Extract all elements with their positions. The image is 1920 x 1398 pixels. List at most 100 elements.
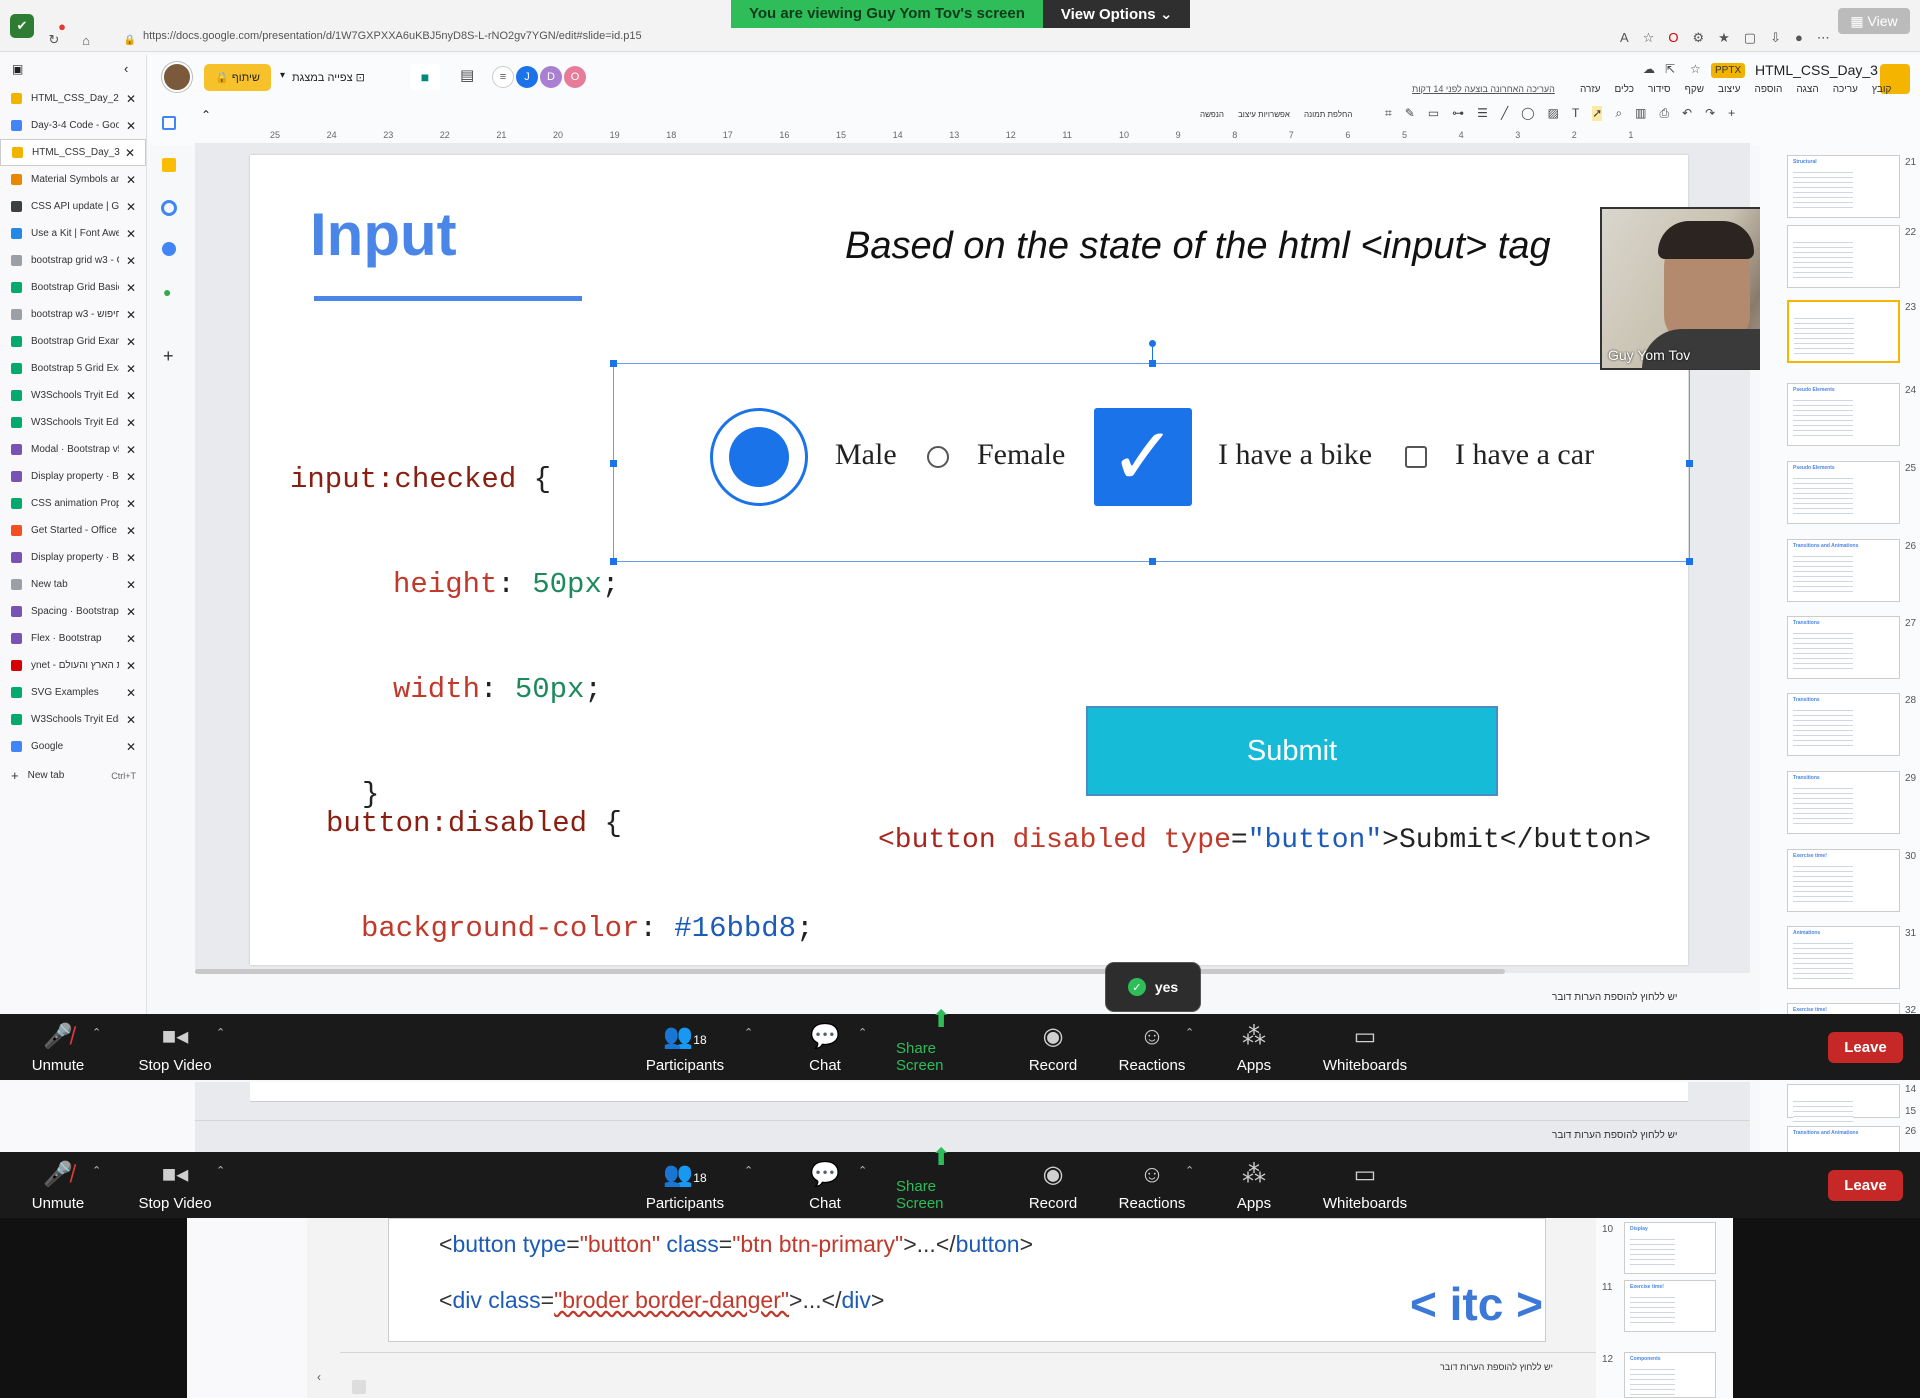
close-icon[interactable]: ✕: [126, 119, 136, 133]
chat-button[interactable]: 💬 Chat ⌃: [805, 1152, 867, 1218]
tab-actions-icon[interactable]: ▣: [12, 62, 23, 76]
resize-handle[interactable]: [1686, 460, 1693, 467]
tab-item[interactable]: W3Schools Tryit Editor ✕: [0, 409, 146, 436]
unmute-button[interactable]: 🎤̸ Unmute ⌃: [22, 1152, 101, 1218]
shield-icon[interactable]: ✔: [10, 14, 34, 38]
line-icon[interactable]: ╱: [1501, 106, 1508, 121]
duplicate-thumb[interactable]: Transitions and Animations: [1787, 1126, 1900, 1153]
tab-item[interactable]: SVG Examples ✕: [0, 679, 146, 706]
radio-female[interactable]: [927, 446, 949, 468]
tab-item[interactable]: bootstrap grid w3 - G ✕: [0, 247, 146, 274]
checkbox-car[interactable]: [1405, 446, 1427, 468]
activity-icon[interactable]: ≡: [492, 66, 514, 88]
tab-item[interactable]: HTML_CSS_Day_3.ppt ✕: [0, 139, 146, 166]
share-screen-button[interactable]: ⬆ Share Screen: [896, 1006, 986, 1080]
view-button[interactable]: ▦ View: [1838, 8, 1910, 34]
speaker-notes-hint[interactable]: יש ללחוץ להוספת הערות דובר: [1552, 992, 1678, 1003]
chevron-up-icon[interactable]: ⌃: [1185, 1026, 1194, 1039]
tab-item[interactable]: Modal · Bootstrap v5.2 ✕: [0, 436, 146, 463]
star-icon[interactable]: ☆: [1690, 62, 1701, 76]
maps-icon[interactable]: ●: [163, 284, 171, 300]
close-icon[interactable]: ✕: [126, 389, 136, 403]
contacts-icon[interactable]: [162, 242, 176, 256]
close-icon[interactable]: ✕: [126, 713, 136, 727]
view-options-button[interactable]: View Options ⌄: [1042, 0, 1191, 28]
nested-thumbnail[interactable]: Exercise time!: [1624, 1280, 1716, 1332]
menu-item[interactable]: עריכה: [1833, 84, 1858, 95]
collections-icon[interactable]: ▢: [1744, 30, 1756, 46]
tab-item[interactable]: Bootstrap Grid Examp ✕: [0, 328, 146, 355]
close-icon[interactable]: ✕: [126, 686, 136, 700]
opera-icon[interactable]: O: [1668, 30, 1678, 46]
tab-item[interactable]: Display property · Boo ✕: [0, 544, 146, 571]
profile-icon[interactable]: ●: [1795, 30, 1803, 46]
submit-button-demo[interactable]: Submit: [1086, 706, 1498, 796]
resize-handle[interactable]: [1686, 558, 1693, 565]
tab-item[interactable]: Get Started - Office UI ✕: [0, 517, 146, 544]
slide-thumbnail[interactable]: Pseudo Elements: [1787, 383, 1900, 446]
horizontal-scrollbar[interactable]: [195, 969, 1505, 974]
chevron-up-icon[interactable]: ⌃: [858, 1164, 867, 1177]
comment-icon[interactable]: ▭: [1428, 106, 1439, 121]
menu-item[interactable]: הוספה: [1755, 84, 1783, 95]
close-icon[interactable]: ✕: [126, 659, 136, 673]
close-icon[interactable]: ✕: [126, 200, 136, 214]
calendar-icon[interactable]: [162, 116, 176, 130]
nested-thumbnail[interactable]: Components: [1624, 1352, 1716, 1398]
document-title[interactable]: HTML_CSS_Day_3: [1755, 62, 1878, 78]
more-icon[interactable]: ⋯: [1817, 30, 1830, 46]
stop-video-button[interactable]: ■◂ Stop Video ⌃: [134, 1152, 225, 1218]
slide-title[interactable]: Input: [310, 200, 457, 269]
tab-item[interactable]: Bootstrap Grid Basic ✕: [0, 274, 146, 301]
bootstrap-div-snippet[interactable]: <div class="broder border-danger">...</d…: [439, 1287, 884, 1314]
new-slide-icon[interactable]: +: [1728, 106, 1735, 121]
nested-notes-hint[interactable]: יש ללחוץ להוספת הערות דובר: [1440, 1362, 1553, 1372]
record-button[interactable]: ◉ Record: [1028, 1152, 1078, 1218]
textbox-icon[interactable]: T: [1572, 106, 1579, 121]
menu-item[interactable]: כלים: [1614, 84, 1634, 95]
crop-icon[interactable]: ⌗: [1385, 106, 1392, 121]
close-icon[interactable]: ✕: [126, 281, 136, 295]
tab-item[interactable]: Google ✕: [0, 733, 146, 760]
shape-icon[interactable]: ◯: [1521, 106, 1534, 121]
tab-item[interactable]: Flex · Bootstrap ✕: [0, 625, 146, 652]
leave-button[interactable]: Leave: [1828, 1032, 1903, 1063]
menu-item[interactable]: שקף: [1685, 84, 1704, 95]
animate-button[interactable]: הנפשה: [1200, 110, 1224, 119]
tab-item[interactable]: Display property · Boo ✕: [0, 463, 146, 490]
home-icon[interactable]: ⌂: [74, 28, 98, 52]
chevron-left-icon[interactable]: ‹: [317, 1370, 321, 1384]
move-icon[interactable]: ⇱: [1665, 62, 1675, 76]
tab-item[interactable]: Spacing · Bootstrap ✕: [0, 598, 146, 625]
tab-item[interactable]: New tab ✕: [0, 571, 146, 598]
whiteboards-button[interactable]: ▭ Whiteboards: [1320, 1152, 1410, 1218]
print-icon[interactable]: ⎙: [1659, 106, 1669, 121]
menu-item[interactable]: הצגה: [1796, 84, 1818, 95]
link-icon[interactable]: ⊶: [1452, 106, 1464, 121]
collapse-toolbar-icon[interactable]: ⌃: [201, 108, 211, 122]
close-icon[interactable]: ✕: [126, 470, 136, 484]
chevron-up-icon[interactable]: ⌃: [744, 1164, 753, 1177]
duplicate-thumb[interactable]: [1787, 1084, 1900, 1137]
slide-thumbnail[interactable]: Transitions: [1787, 771, 1900, 834]
record-button[interactable]: ◉ Record: [1028, 1014, 1078, 1080]
tab-item[interactable]: Bootstrap 5 Grid Exam ✕: [0, 355, 146, 382]
close-icon[interactable]: ✕: [126, 173, 136, 187]
align-icon[interactable]: ☰: [1477, 106, 1488, 121]
participants-button[interactable]: 👥18 Participants ⌃: [642, 1152, 753, 1218]
last-edit-link[interactable]: העריכה האחרונה בוצעה לפני 14 דקות: [1412, 84, 1555, 94]
redo-icon[interactable]: ↷: [1705, 106, 1715, 121]
downloads-icon[interactable]: ⇩: [1770, 30, 1781, 46]
reactions-button[interactable]: ☺ Reactions ⌃: [1119, 1014, 1195, 1080]
menu-item[interactable]: קובץ: [1872, 84, 1892, 95]
close-icon[interactable]: ✕: [126, 578, 136, 592]
chevron-up-icon[interactable]: ⌃: [216, 1026, 225, 1039]
whiteboards-button[interactable]: ▭ Whiteboards: [1320, 1014, 1410, 1080]
zoom-icon[interactable]: ⌕: [1615, 106, 1622, 121]
slide-subtitle[interactable]: Based on the state of the html <input> t…: [845, 225, 1551, 268]
new-tab-button[interactable]: + New tab Ctrl+T: [0, 762, 146, 789]
undo-icon[interactable]: ↶: [1682, 106, 1692, 121]
close-icon[interactable]: ✕: [125, 146, 135, 160]
tab-item[interactable]: W3Schools Tryit Editor ✕: [0, 706, 146, 733]
add-icon[interactable]: [352, 1380, 366, 1394]
